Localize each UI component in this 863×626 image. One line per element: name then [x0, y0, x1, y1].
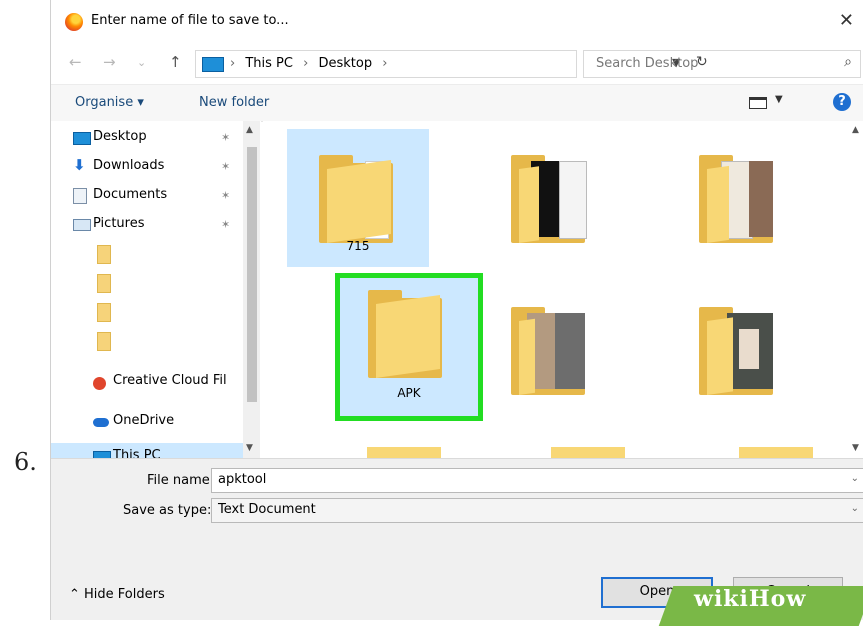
step-number: 6.: [14, 448, 37, 476]
address-bar[interactable]: › This PC › Desktop › ▼ ↻: [195, 50, 708, 78]
pin-icon[interactable]: ✶: [221, 160, 230, 173]
folder-icon: [511, 307, 585, 395]
address-row: ← → ⌄ ↑ › This PC › Desktop › ▼ ↻ Search…: [51, 44, 863, 84]
onedrive-cloud-icon: [93, 418, 109, 427]
folder-apk[interactable]: APK: [335, 273, 483, 421]
title-bar: Enter name of file to save to... ✕: [51, 0, 863, 44]
crumb-desktop[interactable]: Desktop: [318, 56, 372, 71]
save-type-value[interactable]: Text Document: [218, 502, 316, 517]
sidebar-item-pictures[interactable]: Pictures: [73, 216, 145, 231]
folder-icon: [699, 155, 773, 243]
save-file-dialog: Enter name of file to save to... ✕ ← → ⌄…: [50, 0, 863, 620]
scroll-up-icon[interactable]: ▲: [246, 125, 253, 135]
file-name-field[interactable]: apktool ⌄: [211, 468, 863, 493]
folder-715[interactable]: 715: [287, 129, 429, 267]
sidebar-item-label: Documents: [93, 187, 168, 202]
sidebar-item-desktop[interactable]: Desktop: [73, 129, 147, 145]
crumb-separator: ›: [230, 56, 236, 71]
download-arrow-icon: ⬇: [73, 156, 86, 174]
organise-button[interactable]: Organise ▾: [75, 95, 144, 110]
pictures-icon: [73, 219, 91, 231]
save-type-select[interactable]: Text Document ⌄: [211, 498, 863, 523]
folder-icon: [699, 307, 773, 395]
folder-item[interactable]: [667, 281, 809, 419]
search-input[interactable]: Search Desktop: [596, 56, 698, 71]
help-icon[interactable]: ?: [833, 93, 851, 111]
save-type-label: Save as type:: [123, 503, 212, 518]
this-pc-icon: [202, 57, 224, 72]
folder-icon[interactable]: [367, 447, 441, 458]
sidebar-item-documents[interactable]: Documents: [73, 187, 168, 204]
wikihow-watermark: wikiHow: [694, 586, 807, 612]
close-icon[interactable]: ✕: [839, 10, 854, 31]
folder-label: APK: [397, 386, 421, 400]
file-name-value[interactable]: apktool: [218, 472, 266, 487]
sidebar-item-creative-cloud[interactable]: Creative Cloud Fil: [93, 373, 227, 390]
folder-item[interactable]: [667, 129, 809, 267]
chevron-down-icon[interactable]: ▼: [775, 94, 783, 105]
up-arrow-icon[interactable]: ↑: [169, 53, 182, 71]
search-box[interactable]: Search Desktop ⌕: [583, 50, 861, 78]
view-options-icon[interactable]: [749, 97, 767, 109]
sidebar-item-label: OneDrive: [113, 413, 175, 428]
crumb-separator: ›: [303, 56, 309, 71]
scroll-down-icon[interactable]: ▼: [852, 443, 859, 453]
crumb-this-pc[interactable]: This PC: [245, 56, 293, 71]
hide-folders-button[interactable]: ⌃ Hide Folders: [69, 587, 165, 602]
file-name-label: File name:: [147, 473, 215, 488]
scroll-up-icon[interactable]: ▲: [852, 125, 859, 135]
sidebar-item-label: Downloads: [93, 158, 165, 173]
folder-icon: [319, 155, 393, 243]
pin-icon[interactable]: ✶: [221, 218, 230, 231]
sidebar-item-label: Desktop: [93, 129, 147, 144]
folder-item[interactable]: [479, 129, 621, 267]
crumb-separator: ›: [382, 56, 388, 71]
sidebar-item-onedrive[interactable]: OneDrive: [93, 413, 175, 428]
pin-icon[interactable]: ✶: [221, 131, 230, 144]
documents-icon: [73, 188, 87, 204]
forward-arrow-icon[interactable]: →: [103, 53, 116, 71]
nav-scrollbar[interactable]: ▲ ▼: [243, 121, 260, 458]
back-arrow-icon[interactable]: ←: [69, 53, 82, 71]
scroll-down-icon[interactable]: ▼: [246, 443, 253, 453]
folder-label: 715: [346, 239, 370, 253]
pin-icon[interactable]: ✶: [221, 189, 230, 202]
folder-icon: [368, 290, 442, 378]
chevron-down-icon[interactable]: ⌄: [851, 473, 859, 484]
chevron-down-icon[interactable]: ⌄: [851, 503, 859, 514]
sidebar-item-label: Pictures: [93, 216, 145, 231]
folder-icon: [511, 155, 587, 243]
desktop-icon: [73, 132, 91, 145]
files-scrollbar[interactable]: ▲ ▼: [848, 121, 863, 458]
toolbar: Organise ▾ New folder ▼ ?: [51, 84, 863, 122]
creative-cloud-icon: [93, 377, 106, 390]
search-icon[interactable]: ⌕: [844, 54, 852, 70]
dialog-title: Enter name of file to save to...: [91, 13, 289, 28]
folder-icon[interactable]: [97, 332, 111, 351]
breadcrumb: › This PC › Desktop ›: [230, 56, 393, 71]
folder-item[interactable]: [479, 281, 621, 419]
sidebar-item-downloads[interactable]: ⬇ Downloads: [73, 156, 165, 174]
folder-icon[interactable]: [97, 245, 111, 264]
firefox-icon: [65, 13, 83, 31]
scroll-thumb[interactable]: [247, 147, 257, 402]
new-folder-button[interactable]: New folder: [199, 95, 269, 110]
recent-locations-icon[interactable]: ⌄: [137, 56, 146, 69]
folder-icon[interactable]: [739, 447, 813, 458]
navigation-pane: Desktop ✶ ⬇ Downloads ✶ Documents ✶ Pict…: [51, 121, 261, 469]
folder-icon[interactable]: [97, 274, 111, 293]
folder-icon[interactable]: [551, 447, 625, 458]
sidebar-item-label: Creative Cloud Fil: [113, 373, 227, 388]
folder-icon[interactable]: [97, 303, 111, 322]
file-list: 715 APK ▲ ▼: [263, 121, 863, 458]
